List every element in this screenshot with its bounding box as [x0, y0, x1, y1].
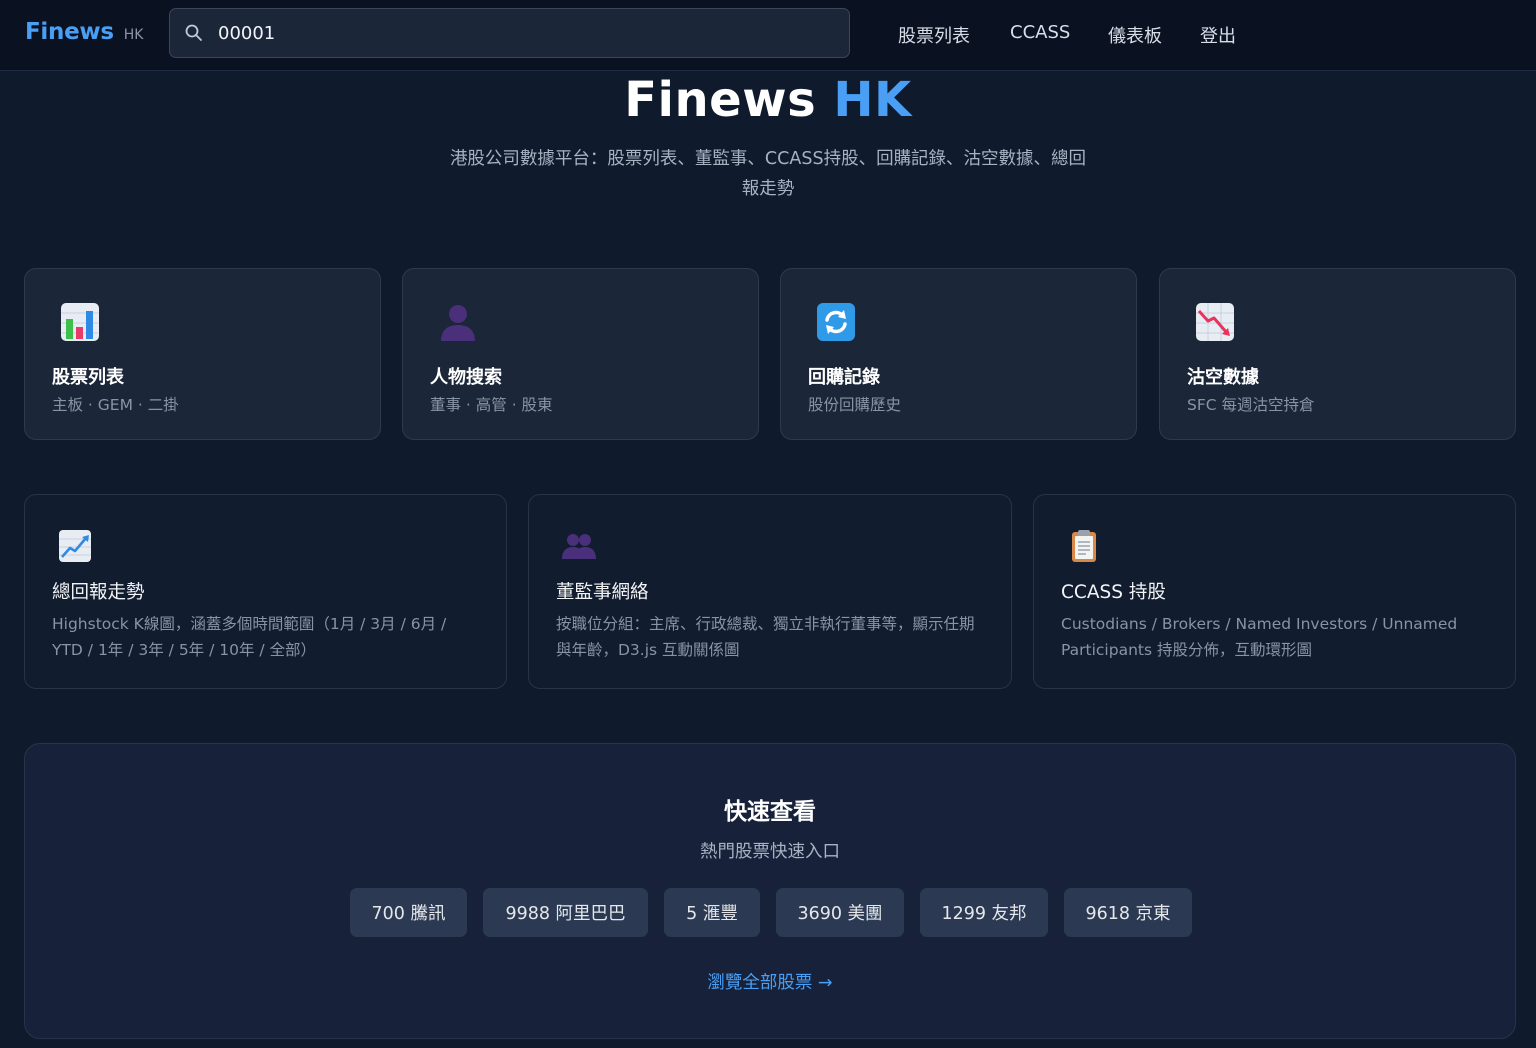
card-desc: Highstock K線圖，涵蓋多個時間範圍（1月 / 3月 / 6月 / YT…	[52, 615, 447, 659]
hero-subtitle: 港股公司數據平台：股票列表、董監事、CCASS持股、回購記錄、沽空數據、總回 報…	[418, 144, 1118, 204]
browse-all-stocks-link[interactable]: 瀏覽全部股票 →	[25, 969, 1515, 994]
card-buyback[interactable]: 回購記錄 股份回購歷史	[780, 268, 1137, 440]
quick-chip-1299[interactable]: 1299 友邦	[920, 888, 1048, 937]
card-title: 總回報走勢	[52, 582, 145, 603]
card-ccass-holdings[interactable]: CCASS 持股 Custodians / Brokers / Named In…	[1033, 494, 1516, 689]
quick-chip-9988[interactable]: 9988 阿里巴巴	[483, 888, 648, 937]
quick-chip-3690[interactable]: 3690 美團	[776, 888, 904, 937]
hero-title: Finews HK	[0, 72, 1536, 128]
card-desc: Custodians / Brokers / Named Investors /…	[1061, 615, 1458, 659]
nav-ccass[interactable]: CCASS	[1010, 22, 1070, 43]
card-desc: 主板 · GEM · 二掛	[52, 396, 179, 414]
people-silhouette-icon	[562, 534, 596, 559]
card-desc: 股份回購歷史	[808, 396, 902, 414]
quick-chip-5[interactable]: 5 滙豐	[664, 888, 760, 937]
hero-title-main: Finews	[624, 72, 817, 128]
card-stock-list[interactable]: 股票列表 主板 · GEM · 二掛	[24, 268, 381, 440]
card-director-network[interactable]: 董監事網絡 按職位分組：主席、行政總裁、獨立非執行董事等，顯示任期與年齡，D3.…	[528, 494, 1012, 689]
top-navbar: Finews HK 股票列表 CCASS 儀表板 登出	[0, 0, 1536, 71]
card-title: 回購記錄	[808, 367, 880, 388]
nav-dashboard[interactable]: 儀表板	[1108, 22, 1162, 48]
chart-decreasing-icon	[1196, 303, 1234, 341]
card-title: 股票列表	[52, 367, 124, 388]
hero-subtitle-line1: 港股公司數據平台：股票列表、董監事、CCASS持股、回購記錄、沽空數據、總回	[449, 149, 1087, 169]
card-total-return[interactable]: 總回報走勢 Highstock K線圖，涵蓋多個時間範圍（1月 / 3月 / 6…	[24, 494, 507, 689]
search-icon	[185, 24, 202, 41]
card-title: CCASS 持股	[1061, 582, 1166, 603]
bar-chart-icon	[61, 303, 99, 341]
card-title: 董監事網絡	[556, 582, 649, 603]
quick-view-subtitle: 熱門股票快速入口	[700, 842, 840, 862]
search-box[interactable]	[169, 8, 850, 58]
search-input[interactable]	[218, 18, 818, 48]
chart-increasing-icon	[59, 530, 91, 562]
card-title: 沽空數據	[1187, 367, 1259, 388]
card-desc: 按職位分組：主席、行政總裁、獨立非執行董事等，顯示任期與年齡，D3.js 互動關…	[556, 615, 975, 659]
brand-logo[interactable]: Finews HK	[25, 19, 143, 45]
card-title: 人物搜索	[430, 367, 502, 388]
brand-region: HK	[123, 27, 144, 43]
refresh-arrows-icon	[817, 303, 855, 341]
quick-view-panel: 快速查看 熱門股票快速入口 700 騰訊 9988 阿里巴巴 5 滙豐 3690…	[24, 743, 1516, 1039]
quick-chip-700[interactable]: 700 騰訊	[350, 888, 467, 937]
nav-logout[interactable]: 登出	[1200, 22, 1236, 48]
quick-view-title: 快速查看	[724, 799, 816, 825]
nav-stock-list[interactable]: 股票列表	[898, 22, 970, 48]
card-desc: SFC 每週沽空持倉	[1187, 396, 1315, 414]
card-person-search[interactable]: 人物搜索 董事 · 高管 · 股東	[402, 268, 759, 440]
quick-chip-9618[interactable]: 9618 京東	[1064, 888, 1192, 937]
clipboard-icon	[1072, 530, 1096, 562]
hero-subtitle-line2: 報走勢	[741, 179, 795, 199]
card-short-selling[interactable]: 沽空數據 SFC 每週沽空持倉	[1159, 268, 1516, 440]
card-desc: 董事 · 高管 · 股東	[430, 396, 553, 414]
person-silhouette-icon	[441, 305, 475, 341]
hero-title-accent: HK	[833, 72, 912, 128]
brand-name: Finews	[25, 19, 114, 45]
